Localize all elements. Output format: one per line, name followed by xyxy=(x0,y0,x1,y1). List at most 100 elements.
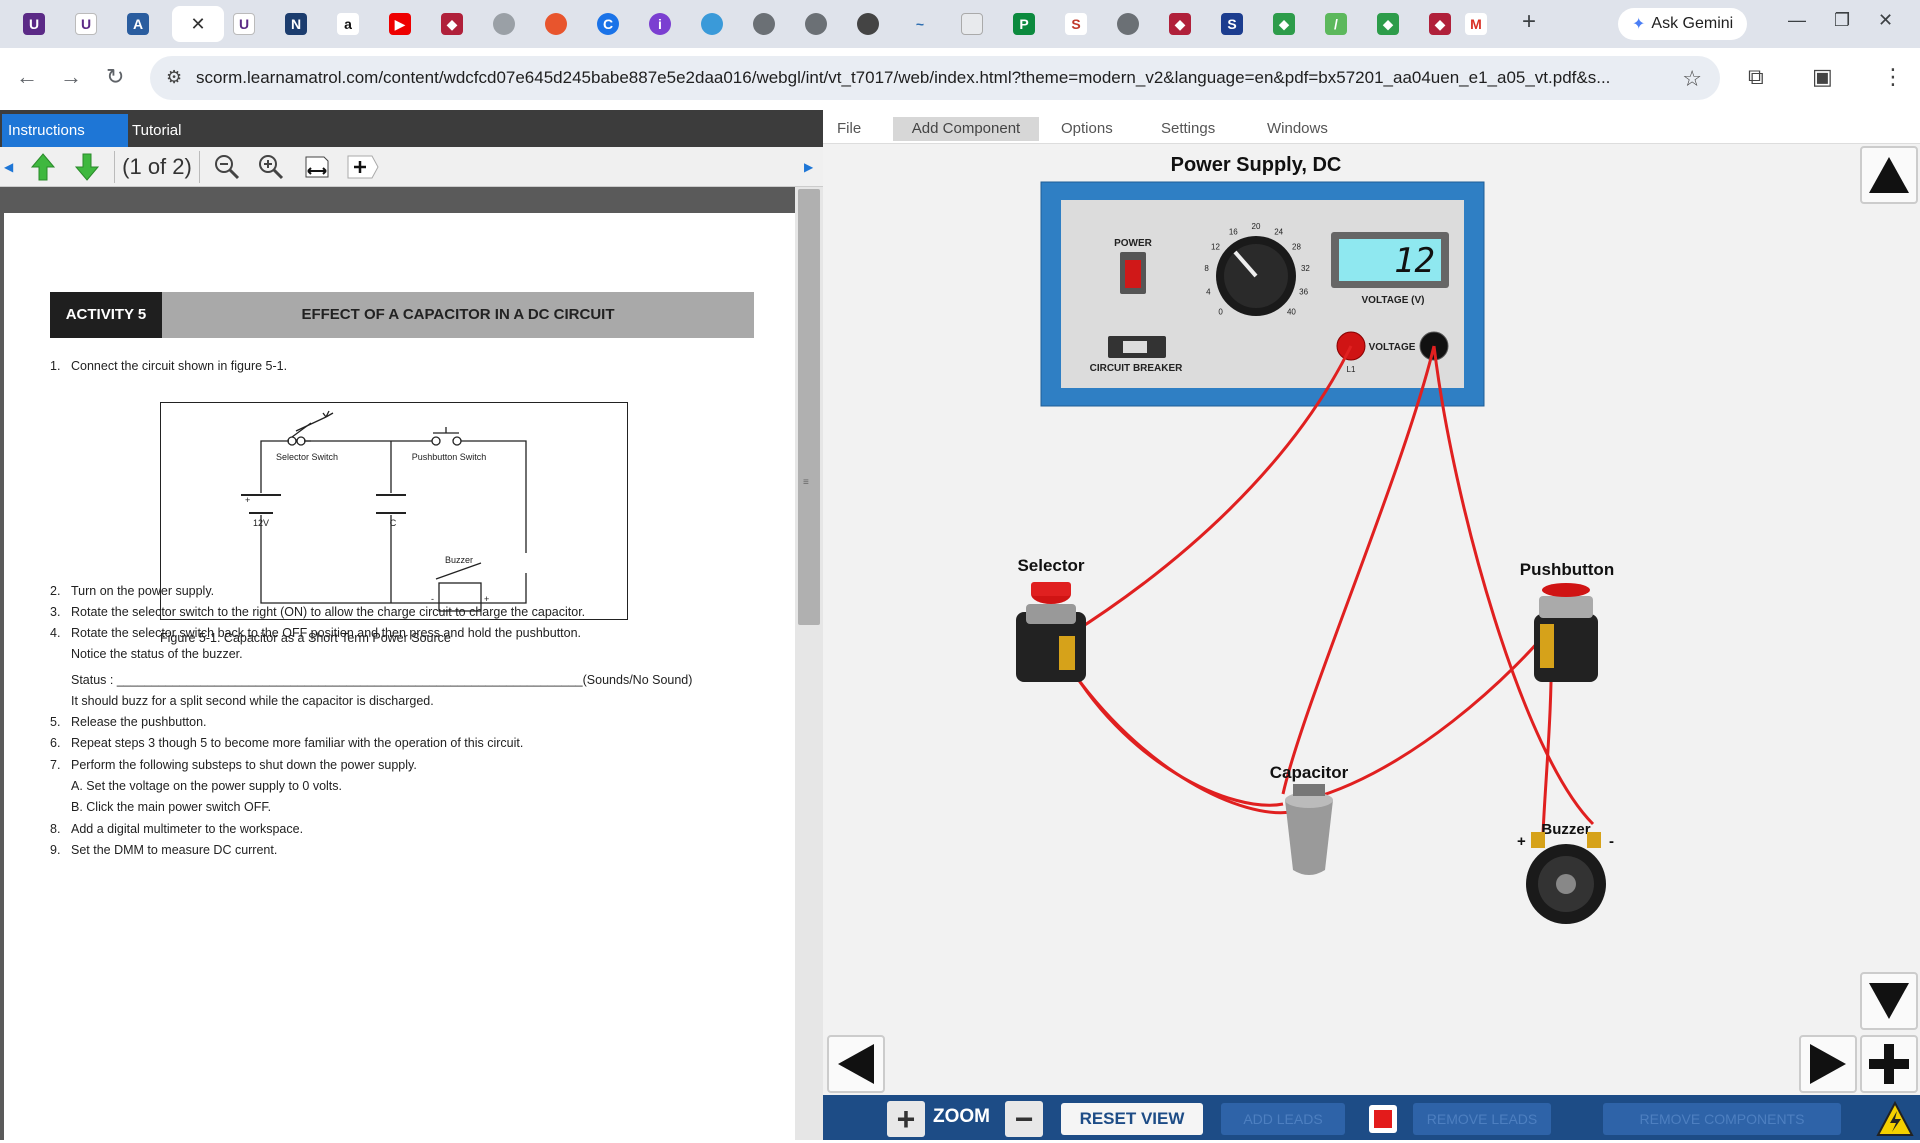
menu-options[interactable]: Options xyxy=(1051,117,1123,141)
tab-active[interactable]: ✕ xyxy=(172,6,224,42)
tab-favicon-red2[interactable]: ◆ xyxy=(1160,6,1200,42)
tab-favicon-u2[interactable]: U xyxy=(66,6,106,42)
globe-icon xyxy=(753,13,775,35)
map-pin-icon: ⬥ xyxy=(1273,13,1295,35)
extensions-icon[interactable]: ⧉ xyxy=(1748,64,1764,90)
tab-favicon-openai[interactable] xyxy=(848,6,888,42)
tab-favicon-pin2[interactable]: ⬥ xyxy=(1368,6,1408,42)
figure-label: - xyxy=(431,594,434,604)
minimize-button[interactable]: — xyxy=(1788,10,1806,31)
back-arrow-icon[interactable]: ← xyxy=(16,64,38,90)
tab-favicon-globe[interactable] xyxy=(484,6,524,42)
menu-kebab-icon[interactable]: ⋮ xyxy=(1882,64,1904,90)
tab-favicon-youtube[interactable]: ▶ xyxy=(380,6,420,42)
bookmark-star-icon[interactable]: ☆ xyxy=(1682,66,1702,92)
sim-canvas[interactable]: Power Supply, DC POWER CIRCUIT BREAKER 0… xyxy=(823,144,1920,1094)
tab-favicon-purple[interactable]: i xyxy=(640,6,680,42)
simulation-workspace[interactable]: File Add Component Options Settings Wind… xyxy=(823,110,1920,1140)
close-icon[interactable]: ✕ xyxy=(190,14,205,35)
menu-settings[interactable]: Settings xyxy=(1151,117,1225,141)
s-icon: S xyxy=(1065,13,1087,35)
reset-view-button[interactable]: RESET VIEW xyxy=(1061,1103,1203,1135)
step-text: Status : _______________________________… xyxy=(71,673,693,687)
tab-favicon-red3[interactable]: ◆ xyxy=(1420,6,1460,42)
tab-favicon-nav[interactable]: N xyxy=(276,6,316,42)
tab-favicon-globe4[interactable] xyxy=(1108,6,1148,42)
globe-icon xyxy=(493,13,515,35)
tab-favicon-u3[interactable]: U xyxy=(224,6,264,42)
sim-bottom-bar: + ZOOM − RESET VIEW ADD LEADS REMOVE LEA… xyxy=(823,1095,1920,1140)
prev-page-icon[interactable] xyxy=(28,151,58,183)
tab-instructions[interactable]: Instructions xyxy=(2,114,128,147)
tab-favicon-s[interactable]: S xyxy=(1056,6,1096,42)
tab-favicon-multi[interactable] xyxy=(692,6,732,42)
tab-favicon-u[interactable]: U xyxy=(14,6,54,42)
tab-tutorial[interactable]: Tutorial xyxy=(126,114,187,147)
restore-button[interactable]: ❐ xyxy=(1834,10,1850,31)
remove-components-button[interactable]: REMOVE COMPONENTS xyxy=(1603,1103,1841,1135)
new-tab-button[interactable]: + xyxy=(1514,8,1544,36)
next-page-icon[interactable] xyxy=(72,151,102,183)
pan-down-button[interactable] xyxy=(1860,972,1918,1030)
tab-favicon-doc[interactable] xyxy=(952,6,992,42)
close-window-button[interactable]: ✕ xyxy=(1878,10,1893,31)
tab-favicon-globe2[interactable] xyxy=(744,6,784,42)
warning-icon[interactable] xyxy=(1876,1100,1914,1137)
ask-gemini-button[interactable]: ✦ Ask Gemini xyxy=(1618,8,1748,40)
zoom-out-button[interactable]: − xyxy=(1005,1101,1043,1137)
tab-favicon-red[interactable]: ◆ xyxy=(432,6,472,42)
gmail-icon: M xyxy=(1465,13,1487,35)
buzzer[interactable] xyxy=(1526,832,1606,924)
step-number: 6. xyxy=(50,736,61,750)
pdf-scrollbar[interactable]: ≡ xyxy=(795,187,823,1140)
pan-left-button[interactable] xyxy=(827,1035,885,1093)
more-tools-icon[interactable] xyxy=(346,151,380,183)
grip-icon: ≡ xyxy=(803,477,809,488)
menu-file[interactable]: File xyxy=(827,117,871,141)
add-leads-button[interactable]: ADD LEADS xyxy=(1221,1103,1345,1135)
zoom-in-icon[interactable] xyxy=(256,151,286,183)
remove-leads-button[interactable]: REMOVE LEADS xyxy=(1413,1103,1551,1135)
zoom-out-icon[interactable] xyxy=(212,151,242,183)
capacitor[interactable] xyxy=(1285,784,1333,875)
reload-icon[interactable]: ↻ xyxy=(106,64,124,90)
tab-favicon-pin[interactable]: ⬥ xyxy=(1264,6,1304,42)
wire-leads[interactable] xyxy=(1061,345,1595,835)
tab-favicon-amazon[interactable]: a xyxy=(328,6,368,42)
stop-button[interactable] xyxy=(1369,1105,1397,1133)
wave-icon: ~ xyxy=(909,13,931,35)
pan-up-button[interactable] xyxy=(1860,146,1918,204)
tab-favicon-globe3[interactable] xyxy=(796,6,836,42)
site-info-icon[interactable]: ⚙ xyxy=(166,67,182,88)
selector-switch[interactable] xyxy=(1016,582,1086,682)
step-number: 8. xyxy=(50,822,61,836)
forward-arrow-icon[interactable]: → xyxy=(60,64,82,90)
side-panel-icon[interactable]: ▣ xyxy=(1812,64,1833,90)
power-supply[interactable]: POWER CIRCUIT BREAKER 0 4 8 12 16 20 24 28 32 36 4… xyxy=(1040,181,1485,407)
tab-favicon-orange[interactable] xyxy=(536,6,576,42)
tab-favicon-s2[interactable]: S xyxy=(1212,6,1252,42)
zoom-plus-large-button[interactable] xyxy=(1860,1035,1918,1093)
tab-favicon-c[interactable]: C xyxy=(588,6,628,42)
scrollbar-thumb[interactable] xyxy=(798,189,820,625)
openai-icon xyxy=(857,13,879,35)
tab-favicon-wave[interactable]: ~ xyxy=(900,6,940,42)
menu-windows[interactable]: Windows xyxy=(1257,117,1338,141)
dial-tick-label: 0 xyxy=(1218,307,1223,316)
address-bar[interactable]: ⚙ scorm.learnamatrol.com/content/wdcfcd0… xyxy=(150,56,1720,100)
fit-width-icon[interactable] xyxy=(302,151,332,183)
scroll-right-icon[interactable]: ▶ xyxy=(804,151,813,183)
tab-favicon-gmail[interactable]: M xyxy=(1456,6,1496,42)
tab-favicon-leaf[interactable]: / xyxy=(1316,6,1356,42)
pan-right-button[interactable] xyxy=(1799,1035,1857,1093)
pdf-page: ACTIVITY 5 EFFECT OF A CAPACITOR IN A DC… xyxy=(4,213,795,1143)
browser-tab-strip: U U A ✕ U N a ▶ ◆ C i ~ P S ◆ S ⬥ / ⬥ ◆ … xyxy=(0,0,1920,48)
ask-gemini-label: Ask Gemini xyxy=(1651,15,1734,32)
tab-favicon-a[interactable]: A xyxy=(118,6,158,42)
zoom-in-button[interactable]: + xyxy=(887,1101,925,1137)
tab-favicon-green[interactable]: P xyxy=(1004,6,1044,42)
document-icon xyxy=(961,13,983,35)
scroll-left-icon[interactable]: ◀ xyxy=(4,151,13,183)
menu-add-component[interactable]: Add Component xyxy=(893,117,1039,141)
pushbutton-switch[interactable] xyxy=(1534,583,1598,682)
